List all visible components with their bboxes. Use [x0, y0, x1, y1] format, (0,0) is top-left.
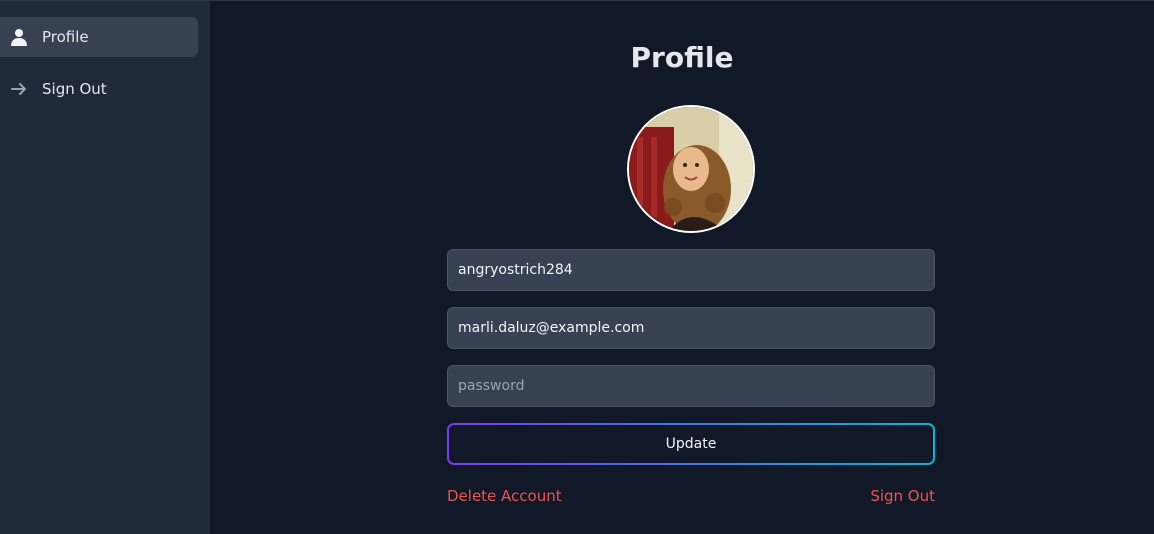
arrow-right-icon: [10, 80, 28, 98]
sign-out-link[interactable]: Sign Out: [870, 487, 935, 505]
page-title: Profile: [630, 41, 734, 74]
password-field[interactable]: [447, 365, 935, 407]
user-icon: [10, 28, 28, 46]
avatar[interactable]: [627, 105, 755, 233]
sidebar: Profile Sign Out: [0, 1, 210, 534]
app-window: Profile Sign Out Profile angryostrich284…: [0, 0, 1154, 534]
sidebar-item-sign-out[interactable]: Sign Out: [0, 69, 198, 109]
email-field[interactable]: [447, 307, 935, 349]
update-button-label: Update: [449, 425, 933, 463]
delete-account-link[interactable]: Delete Account: [447, 487, 562, 505]
username-field[interactable]: [447, 249, 935, 291]
update-button[interactable]: Update: [447, 423, 935, 465]
sidebar-item-label: Sign Out: [42, 80, 107, 98]
sidebar-item-profile[interactable]: Profile: [0, 17, 198, 57]
profile-panel: Profile Update Delet: [210, 1, 1154, 534]
sidebar-item-label: Profile: [42, 28, 89, 46]
